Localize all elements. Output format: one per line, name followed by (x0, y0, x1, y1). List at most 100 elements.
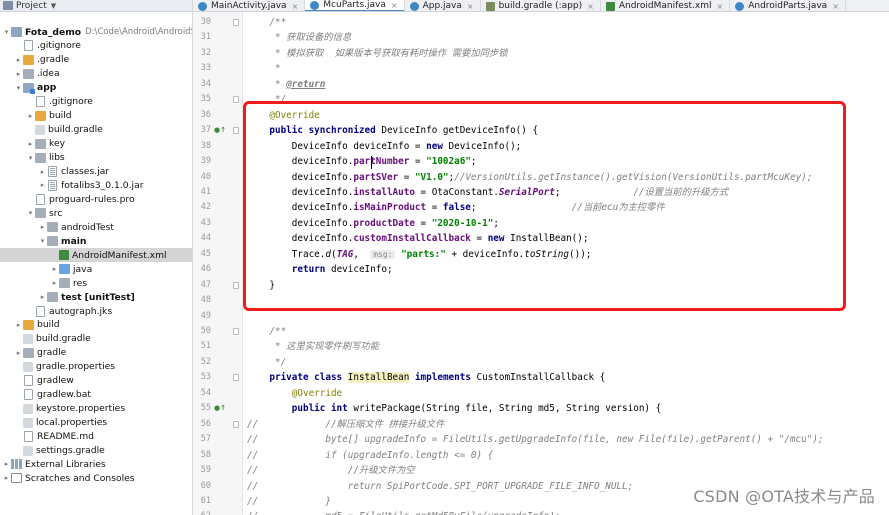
editor-tab[interactable]: build.gradle (:app) × (481, 0, 601, 11)
chevron-down-icon[interactable]: ▾ (2, 28, 11, 36)
folder-icon (11, 27, 22, 37)
editor-tab[interactable]: App.java × (405, 0, 481, 11)
fold-toggle-icon[interactable] (233, 420, 239, 428)
fold-toggle-icon[interactable] (233, 374, 239, 382)
fold-toggle-icon[interactable] (233, 127, 239, 135)
code-token: * (247, 63, 281, 75)
chevron-right-icon[interactable]: ▸ (50, 279, 59, 287)
close-icon[interactable]: × (292, 2, 299, 11)
chevron-right-icon[interactable]: ▸ (2, 460, 11, 468)
tree-item[interactable]: ▸build.gradle (0, 332, 192, 346)
code-line: * 这里实现零件刷写功能 (247, 339, 379, 354)
tree-item[interactable]: ▸.gitignore (0, 95, 192, 109)
code-editor[interactable]: /** * 获取设备的信息 * 模拟获取 如果版本号获取有耗时操作 需要加同步锁… (244, 12, 889, 515)
chevron-right-icon[interactable]: ▸ (38, 293, 47, 301)
fold-toggle-icon[interactable] (233, 19, 239, 26)
code-token: = (470, 233, 488, 245)
tree-item[interactable]: ▸README.md (0, 430, 192, 444)
text-cursor (371, 156, 372, 169)
close-icon[interactable]: × (832, 2, 839, 11)
tree-item[interactable]: ▸ gradle (0, 346, 192, 360)
tree-item[interactable]: ▸build.gradle (0, 123, 192, 137)
tree-item[interactable]: ▸ fotalibs3_0.1.0.jar (0, 178, 192, 192)
tree-item[interactable]: ▸ key (0, 137, 192, 151)
tree-item[interactable]: ▸gradlew.bat (0, 388, 192, 402)
fold-toggle-icon[interactable] (233, 281, 239, 289)
chevron-down-icon[interactable]: ▼ (51, 2, 56, 10)
close-icon[interactable]: × (587, 2, 594, 11)
chevron-right-icon[interactable]: ▸ (26, 140, 35, 148)
tree-item[interactable]: ▸proguard-rules.pro (0, 192, 192, 206)
chevron-down-icon[interactable]: ▾ (38, 237, 47, 245)
line-number: 42 (200, 202, 211, 213)
tree-item[interactable]: ▸gradlew (0, 374, 192, 388)
chevron-right-icon[interactable]: ▸ (2, 474, 11, 482)
close-icon[interactable]: × (391, 1, 398, 10)
editor-tab[interactable]: AndroidParts.java × (730, 0, 846, 11)
tree-item[interactable]: ▾ src (0, 206, 192, 220)
tree-item[interactable]: ▸keystore.properties (0, 402, 192, 416)
editor-tab[interactable]: MainActivity.java × (193, 0, 306, 11)
chevron-right-icon[interactable]: ▸ (14, 70, 23, 78)
fold-toggle-icon[interactable] (233, 96, 239, 104)
chevron-right-icon[interactable]: ▸ (14, 349, 23, 357)
override-method-icon[interactable]: ●↑ (214, 126, 226, 134)
code-token: = OtaConstant. (414, 186, 499, 198)
chevron-down-icon[interactable]: ▾ (26, 209, 35, 217)
code-token: // byte[] upgradeInfo = FileUtils.getUpg… (247, 434, 824, 446)
line-number: 61 (200, 495, 211, 506)
chevron-down-icon[interactable]: ▾ (26, 154, 35, 162)
code-token: deviceInfo. (247, 217, 354, 229)
tree-item-label: gradlew (37, 375, 74, 387)
chevron-right-icon[interactable]: ▸ (38, 181, 47, 189)
line-number: 47 (200, 279, 211, 290)
chevron-right-icon[interactable]: ▸ (26, 112, 35, 120)
chevron-right-icon[interactable]: ▸ (50, 265, 59, 273)
folder-gray-icon (47, 292, 58, 303)
tree-item[interactable]: ▸ .gradle (0, 53, 192, 67)
folder-blue-icon (59, 264, 70, 275)
code-token: ; (470, 202, 572, 214)
chevron-right-icon[interactable]: ▸ (38, 168, 47, 176)
code-token: deviceInfo. (247, 186, 354, 198)
tree-item[interactable]: ▸gradle.properties (0, 360, 192, 374)
tree-item[interactable]: ▸ res (0, 276, 192, 290)
editor-tab[interactable]: AndroidManifest.xml × (601, 0, 731, 11)
tree-item[interactable]: ▾ Fota_demo D:\Code\Android\AndroidSt (0, 25, 192, 39)
fold-toggle-icon[interactable] (233, 328, 239, 335)
tree-item[interactable]: ▸ .idea (0, 67, 192, 81)
tree-item[interactable]: ▸ build (0, 109, 192, 123)
chevron-right-icon[interactable]: ▸ (14, 321, 23, 329)
close-icon[interactable]: × (467, 2, 474, 11)
tree-item[interactable]: ▸ test [unitTest] (0, 290, 192, 304)
line-number: 45 (200, 248, 211, 259)
tree-item[interactable]: ▸ Scratches and Consoles (0, 471, 192, 485)
tree-item[interactable]: ▾ libs (0, 151, 192, 165)
chevron-down-icon[interactable]: ▾ (14, 84, 23, 92)
tree-item[interactable]: ▾ main (0, 234, 192, 248)
tree-item[interactable]: ▸autograph.jks (0, 304, 192, 318)
tree-item[interactable]: ▸ androidTest (0, 220, 192, 234)
tree-item[interactable]: ▸ build (0, 318, 192, 332)
override-method-icon[interactable]: ●↑ (214, 404, 226, 412)
editor-tab-label: AndroidManifest.xml (618, 1, 712, 11)
chevron-right-icon[interactable]: ▸ (14, 56, 23, 64)
watermark: CSDN @OTA技术与产品 (693, 487, 875, 506)
tree-item[interactable]: ▸AndroidManifest.xml (0, 248, 192, 263)
tree-item[interactable]: ▸local.properties (0, 416, 192, 430)
code-line: /** (247, 324, 286, 339)
tree-item[interactable]: ▾ app (0, 81, 192, 95)
tree-item[interactable]: ▸ classes.jar (0, 165, 192, 179)
editor-tab[interactable]: McuParts.java × (305, 0, 405, 11)
tree-item-label: .gradle (37, 54, 70, 66)
code-token: installAuto (353, 186, 415, 198)
code-token: = (426, 202, 443, 214)
tree-item[interactable]: ▸ External Libraries (0, 457, 192, 471)
tree-item[interactable]: ▸.gitignore (0, 39, 192, 53)
close-icon[interactable]: × (717, 2, 724, 11)
tree-item[interactable]: ▸settings.gradle (0, 444, 192, 458)
chevron-right-icon[interactable]: ▸ (38, 223, 47, 231)
tree-item-label: build.gradle (48, 124, 103, 136)
project-view-selector[interactable]: Project ▼ (0, 0, 192, 12)
tree-item[interactable]: ▸ java (0, 262, 192, 276)
